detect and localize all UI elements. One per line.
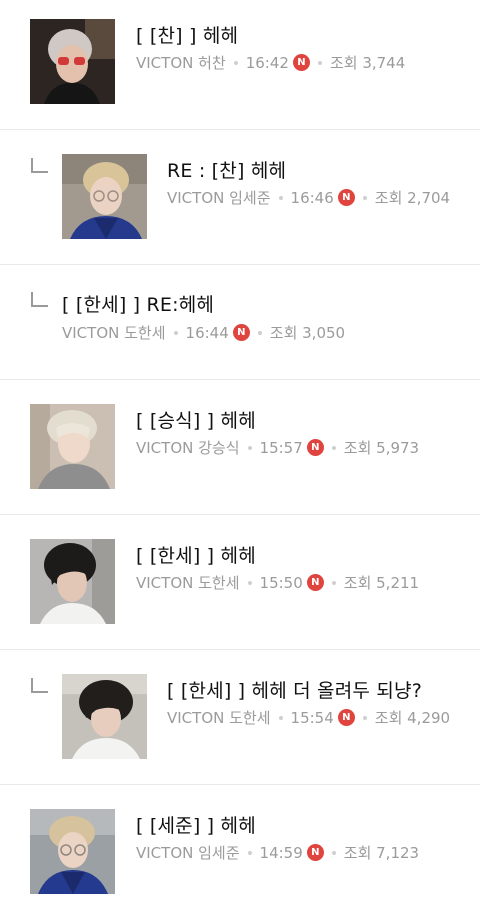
post-item[interactable]: [ [찬] ] 헤헤 VICTON 허찬 16:42 N 조회 3,744 (0, 0, 480, 130)
new-badge-icon: N (337, 189, 355, 206)
separator-dot (362, 715, 367, 720)
separator-dot (233, 60, 238, 65)
new-badge-icon: N (232, 324, 250, 341)
post-item[interactable]: [ [세준] ] 헤헤 VICTON 임세준 14:59 N 조회 7,123 (0, 785, 480, 916)
post-item-reply[interactable]: [ [한세] ] 헤헤 더 올려두 되냥? VICTON 도한세 15:54 N… (0, 650, 480, 785)
separator-dot (331, 580, 336, 585)
separator-dot (331, 445, 336, 450)
post-title[interactable]: [ [승식] ] 헤헤 (136, 406, 256, 433)
post-meta: VICTON 도한세 15:50 N 조회 5,211 (136, 572, 419, 593)
post-views: 조회 7,123 (343, 844, 420, 862)
post-title[interactable]: [ [한세] ] 헤헤 (136, 541, 256, 568)
post-title[interactable]: [ [한세] ] RE:헤헤 (62, 290, 214, 317)
separator-dot (317, 60, 322, 65)
post-meta: VICTON 강승식 15:57 N 조회 5,973 (136, 437, 419, 458)
post-thumbnail-seungsik[interactable] (30, 404, 115, 489)
post-time: 15:54 (290, 708, 334, 727)
post-author: VICTON 허찬 (136, 54, 226, 72)
post-time: 16:44 (185, 323, 229, 342)
post-views: 조회 2,704 (374, 189, 451, 207)
post-thumbnail-sejun[interactable] (62, 154, 147, 239)
post-views: 조회 5,973 (343, 439, 420, 457)
post-title[interactable]: [ [세준] ] 헤헤 (136, 811, 256, 838)
new-badge-icon: N (337, 709, 355, 726)
separator-dot (331, 850, 336, 855)
reply-arrow-icon (31, 678, 48, 693)
new-badge-icon: N (292, 54, 310, 71)
separator-dot (247, 445, 252, 450)
post-meta: VICTON 임세준 14:59 N 조회 7,123 (136, 842, 419, 863)
post-meta: VICTON 허찬 16:42 N 조회 3,744 (136, 52, 405, 73)
post-time: 15:50 (259, 573, 303, 592)
post-thumbnail-hanse-2[interactable] (62, 674, 147, 759)
post-author: VICTON 임세준 (167, 189, 271, 207)
separator-dot (257, 330, 262, 335)
post-author: VICTON 강승식 (136, 439, 240, 457)
post-author: VICTON 도한세 (62, 324, 166, 342)
reply-arrow-icon (31, 292, 48, 307)
post-meta: VICTON 도한세 16:44 N 조회 3,050 (62, 322, 345, 343)
post-author: VICTON 도한세 (167, 709, 271, 727)
post-item[interactable]: [ [승식] ] 헤헤 VICTON 강승식 15:57 N 조회 5,973 (0, 380, 480, 515)
post-thumbnail-hanse[interactable] (30, 539, 115, 624)
post-views: 조회 4,290 (374, 709, 451, 727)
post-author: VICTON 도한세 (136, 574, 240, 592)
separator-dot (247, 850, 252, 855)
post-time: 15:57 (259, 438, 303, 457)
post-item-reply[interactable]: RE : [찬] 헤헤 VICTON 임세준 16:46 N 조회 2,704 (0, 130, 480, 265)
post-time: 14:59 (259, 843, 303, 862)
post-title[interactable]: [ [한세] ] 헤헤 더 올려두 되냥? (167, 676, 422, 703)
separator-dot (247, 580, 252, 585)
post-views: 조회 3,744 (329, 54, 406, 72)
separator-dot (278, 715, 283, 720)
separator-dot (278, 195, 283, 200)
new-badge-icon: N (306, 439, 324, 456)
reply-arrow-icon (31, 158, 48, 173)
post-views: 조회 3,050 (269, 324, 346, 342)
post-time: 16:42 (245, 53, 289, 72)
new-badge-icon: N (306, 844, 324, 861)
separator-dot (362, 195, 367, 200)
post-item-reply[interactable]: [ [한세] ] RE:헤헤 VICTON 도한세 16:44 N 조회 3,0… (0, 265, 480, 380)
new-badge-icon: N (306, 574, 324, 591)
post-thumbnail-sejun-2[interactable] (30, 809, 115, 894)
post-meta: VICTON 도한세 15:54 N 조회 4,290 (167, 707, 450, 728)
post-thumbnail-chan[interactable] (30, 19, 115, 104)
post-feed: [ [찬] ] 헤헤 VICTON 허찬 16:42 N 조회 3,744 RE… (0, 0, 480, 916)
post-author: VICTON 임세준 (136, 844, 240, 862)
post-title[interactable]: [ [찬] ] 헤헤 (136, 21, 238, 48)
post-item[interactable]: [ [한세] ] 헤헤 VICTON 도한세 15:50 N 조회 5,211 (0, 515, 480, 650)
post-time: 16:46 (290, 188, 334, 207)
separator-dot (173, 330, 178, 335)
post-title[interactable]: RE : [찬] 헤헤 (167, 156, 286, 183)
post-meta: VICTON 임세준 16:46 N 조회 2,704 (167, 187, 450, 208)
post-views: 조회 5,211 (343, 574, 420, 592)
